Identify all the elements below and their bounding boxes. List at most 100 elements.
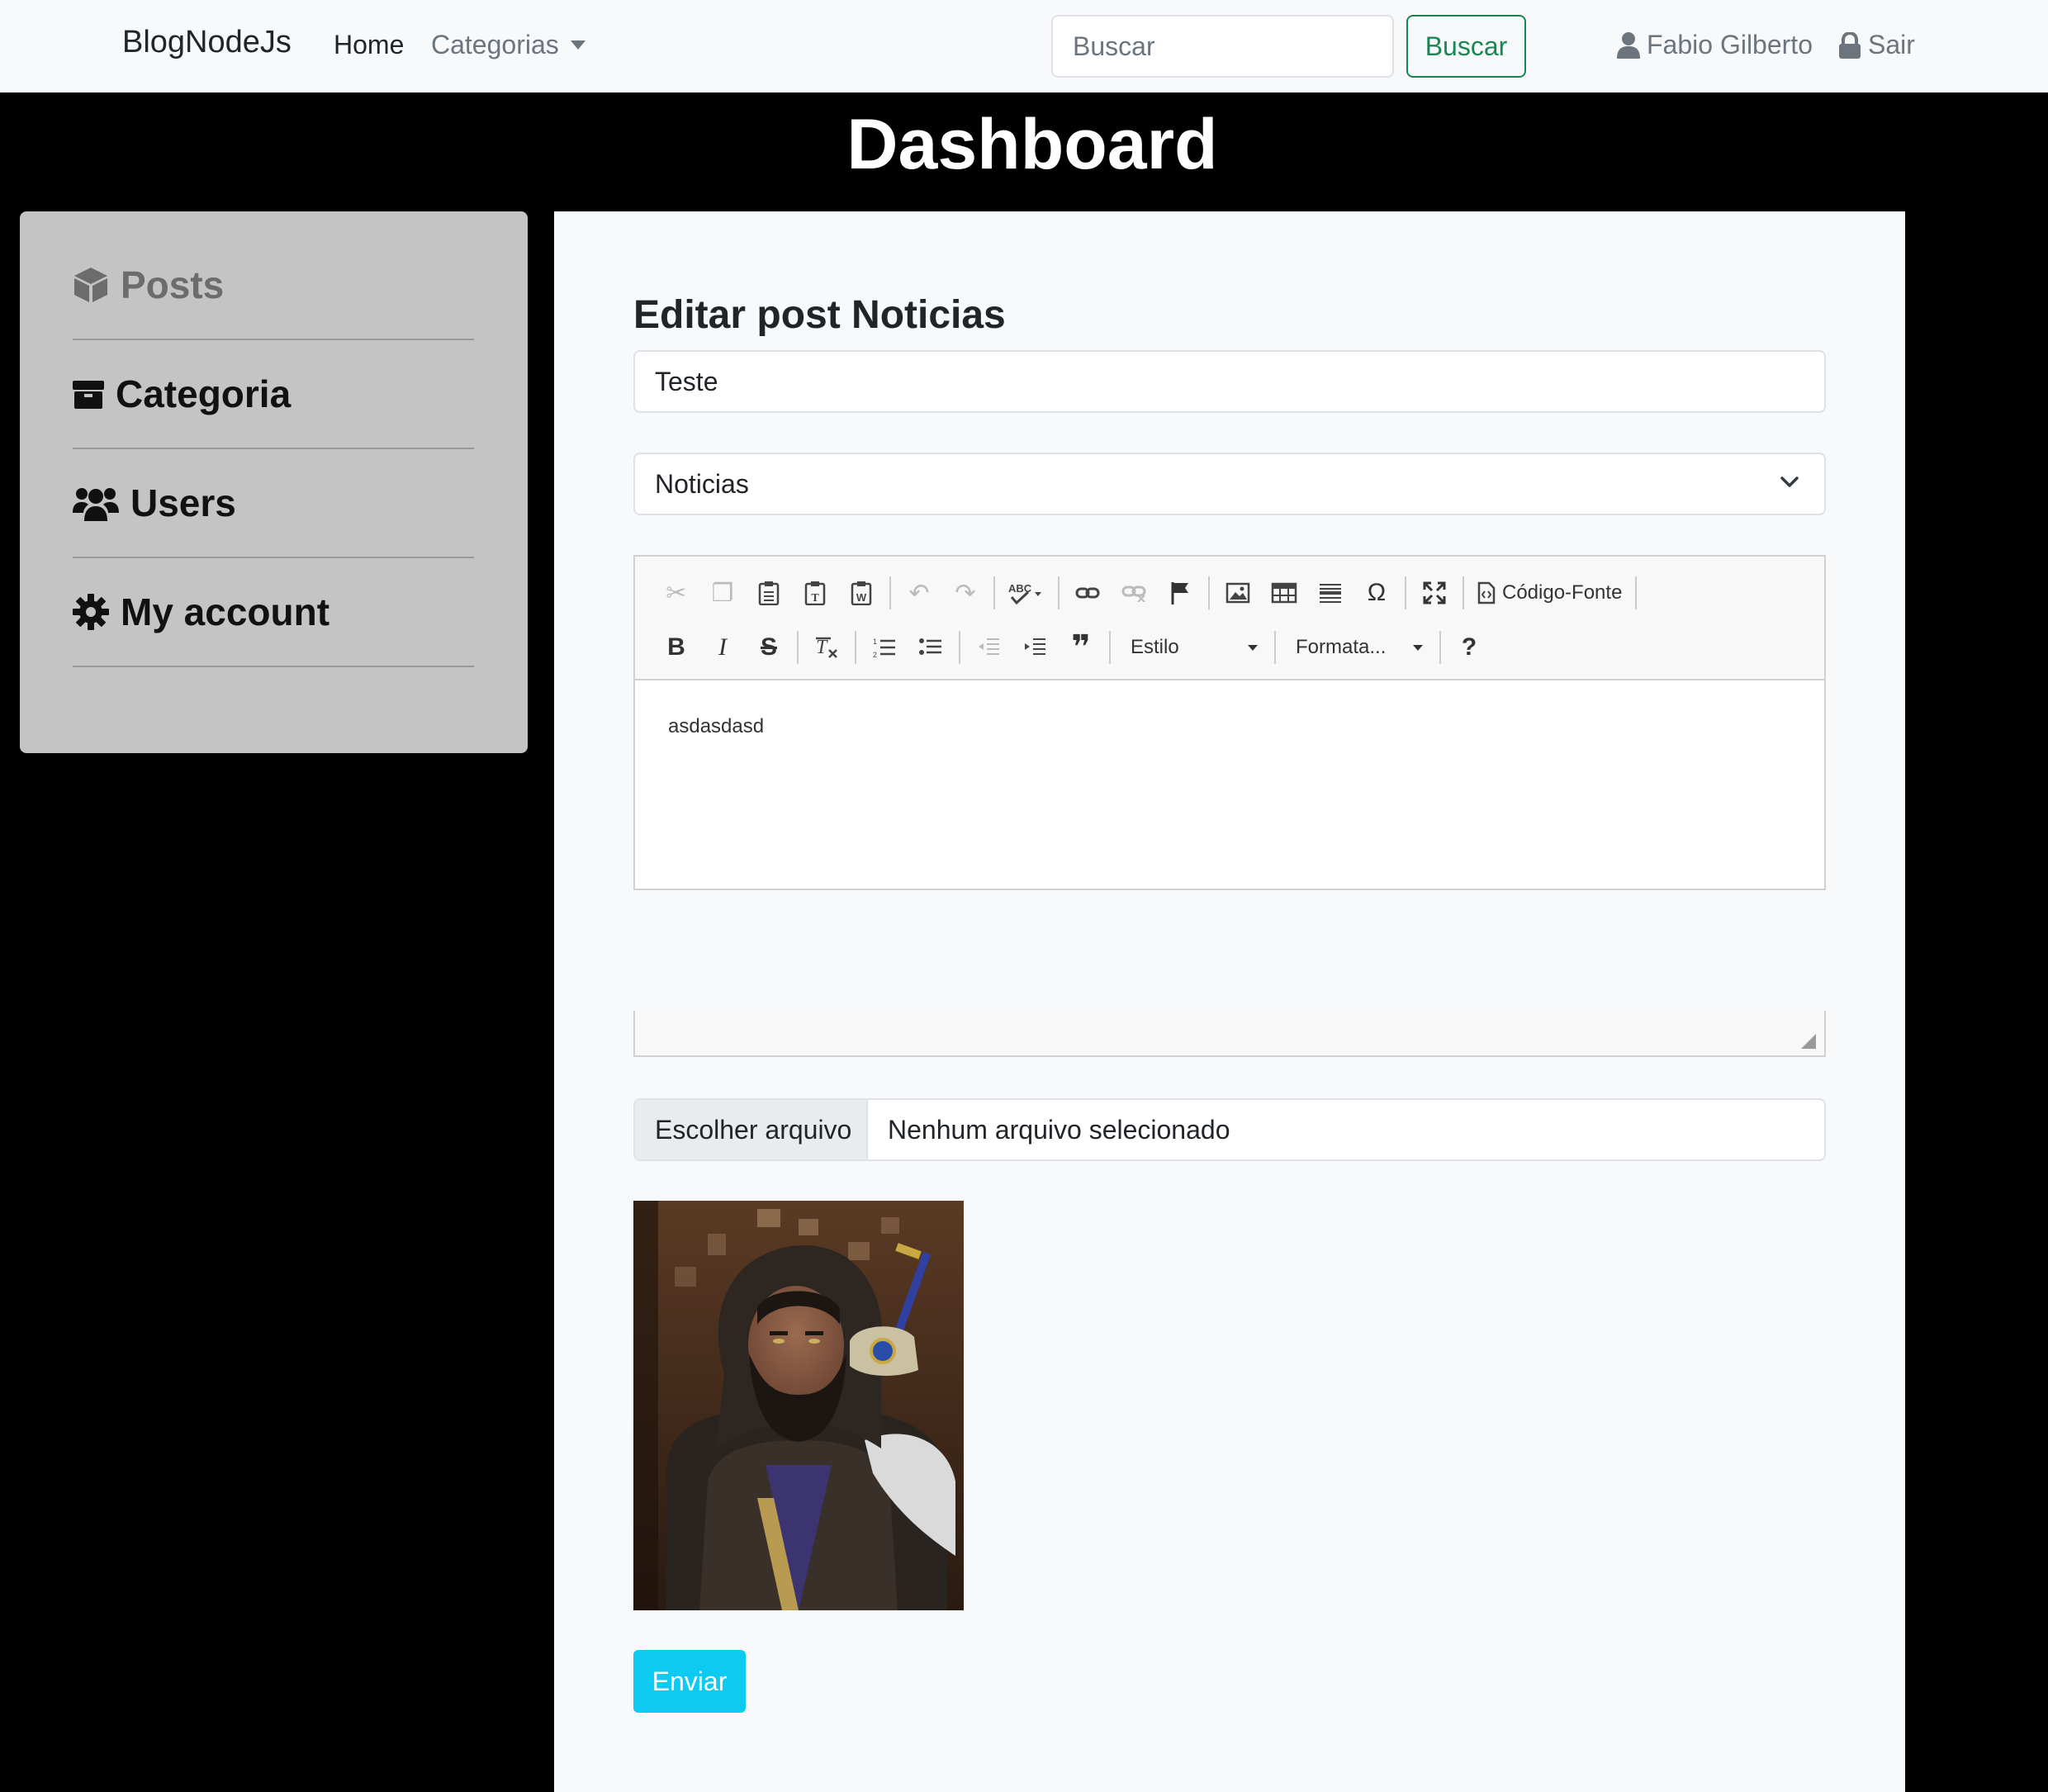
svg-text:1: 1: [873, 638, 877, 646]
bold-icon[interactable]: B: [653, 626, 699, 669]
link-icon[interactable]: [1064, 571, 1111, 614]
sidebar-item-label: Users: [130, 481, 236, 524]
caret-down-icon: [570, 40, 585, 50]
svg-text:T: T: [816, 637, 828, 658]
gear-icon: [73, 594, 109, 630]
indent-icon[interactable]: [1012, 626, 1058, 669]
sidebar-item-label: Posts: [121, 263, 225, 306]
special-char-omega-icon[interactable]: Ω: [1353, 571, 1400, 614]
svg-text:W: W: [856, 591, 867, 604]
toolbar-separator: [889, 576, 891, 609]
users-icon: [73, 488, 119, 521]
sidebar-item-users[interactable]: Users: [73, 449, 474, 558]
toolbar-separator: [1439, 631, 1441, 664]
blockquote-icon[interactable]: ❞: [1058, 626, 1104, 669]
editor-toolbar-row: B I S T 12 ❞ Estilo Formata... ?: [653, 626, 1492, 669]
toolbar-separator: [855, 631, 856, 664]
sidebar-item-label: Categoria: [116, 372, 292, 415]
cut-icon[interactable]: ✂: [653, 571, 699, 614]
rich-text-editor: ✂ ❐ T W ↶ ↷ ABC Ω Código-Fonte B I S T 1…: [633, 555, 1826, 890]
toolbar-separator: [993, 576, 995, 609]
sidebar-item-categoria[interactable]: Categoria: [73, 340, 474, 449]
category-select[interactable]: Noticias: [633, 453, 1826, 515]
editor-content-text: asdasdasd: [668, 715, 765, 737]
cube-icon: [74, 268, 107, 302]
toolbar-separator: [1208, 576, 1210, 609]
post-title-input[interactable]: [633, 350, 1826, 413]
nav-logout-label: Sair: [1868, 30, 1915, 59]
toolbar-separator: [1635, 576, 1638, 609]
style-combo-label: Estilo: [1131, 636, 1179, 658]
source-icon: [1477, 581, 1496, 604]
numbered-list-icon[interactable]: 12: [861, 626, 908, 669]
copy-icon[interactable]: ❐: [699, 571, 746, 614]
editor-content-area[interactable]: asdasdasd: [635, 680, 1824, 1012]
spellcheck-icon[interactable]: ABC: [1000, 571, 1053, 614]
toolbar-separator: [1405, 576, 1406, 609]
help-icon[interactable]: ?: [1446, 626, 1492, 669]
toolbar-separator: [1058, 576, 1060, 609]
paste-icon[interactable]: [746, 571, 792, 614]
nav-categories-label: Categorias: [431, 30, 559, 59]
outdent-icon[interactable]: [965, 626, 1012, 669]
chevron-down-icon: [1780, 476, 1799, 487]
sidebar-item-label: My account: [121, 590, 330, 633]
resize-grip-icon[interactable]: [1801, 1034, 1816, 1049]
toolbar-separator: [1463, 576, 1464, 609]
form-title: Editar post Noticias: [633, 293, 1006, 337]
unlink-icon[interactable]: [1111, 571, 1157, 614]
post-image-preview: [633, 1201, 964, 1610]
nav-logout-link[interactable]: Sair: [1838, 30, 1915, 60]
style-combo[interactable]: Estilo: [1116, 626, 1269, 669]
redo-icon[interactable]: ↷: [942, 571, 988, 614]
page-title: Dashboard: [846, 105, 1218, 184]
maximize-icon[interactable]: [1411, 571, 1458, 614]
format-combo[interactable]: Formata...: [1281, 626, 1434, 669]
strikethrough-icon[interactable]: S: [746, 626, 792, 669]
anchor-flag-icon[interactable]: [1157, 571, 1203, 614]
nav-user-link[interactable]: Fabio Gilberto: [1617, 30, 1813, 60]
file-input[interactable]: Escolher arquivo Nenhum arquivo selecion…: [633, 1098, 1826, 1161]
toolbar-separator: [1109, 631, 1111, 664]
source-code-button[interactable]: Código-Fonte: [1469, 571, 1630, 614]
caret-down-icon: [1413, 644, 1423, 651]
choose-file-button[interactable]: Escolher arquivo: [635, 1100, 868, 1159]
toolbar-separator: [1274, 631, 1276, 664]
svg-text:2: 2: [873, 651, 877, 658]
italic-icon[interactable]: I: [699, 626, 746, 669]
submit-button[interactable]: Enviar: [633, 1650, 746, 1713]
horizontal-line-icon[interactable]: [1307, 571, 1353, 614]
paste-text-icon[interactable]: T: [792, 571, 838, 614]
remove-format-icon[interactable]: T: [804, 626, 850, 669]
toolbar-separator: [959, 631, 960, 664]
editor-toolbar-row: ✂ ❐ T W ↶ ↷ ABC Ω Código-Fonte: [653, 571, 1642, 614]
main-content: Editar post Noticias Noticias ✂ ❐ T W ↶ …: [554, 211, 1905, 1792]
nav-categories-dropdown[interactable]: Categorias: [431, 30, 585, 60]
navbar: BlogNodeJs Home Categorias Buscar Fabio …: [0, 0, 2048, 92]
file-status-text: Nenhum arquivo selecionado: [888, 1114, 1230, 1145]
table-icon[interactable]: [1261, 571, 1307, 614]
sidebar-item-posts[interactable]: Posts: [73, 231, 474, 340]
nav-home-link[interactable]: Home: [334, 30, 404, 60]
nav-user-name: Fabio Gilberto: [1647, 30, 1813, 59]
undo-icon[interactable]: ↶: [896, 571, 942, 614]
svg-text:T: T: [811, 592, 819, 604]
editor-status-bar: [633, 1011, 1826, 1057]
editor-toolbar: ✂ ❐ T W ↶ ↷ ABC Ω Código-Fonte B I S T 1…: [635, 557, 1824, 680]
image-icon[interactable]: [1215, 571, 1261, 614]
paste-word-icon[interactable]: W: [838, 571, 884, 614]
box-icon: [73, 381, 104, 409]
category-select-value: Noticias: [655, 468, 749, 499]
format-combo-label: Formata...: [1296, 636, 1387, 658]
toolbar-separator: [797, 631, 799, 664]
caret-down-icon: [1248, 644, 1258, 651]
sidebar: Posts Categoria Users My account: [20, 211, 528, 753]
user-icon: [1617, 31, 1640, 59]
sidebar-item-my-account[interactable]: My account: [73, 558, 474, 667]
bullet-list-icon[interactable]: [908, 626, 954, 669]
lock-icon: [1839, 31, 1861, 59]
source-code-label: Código-Fonte: [1502, 581, 1623, 604]
search-button[interactable]: Buscar: [1406, 15, 1526, 78]
brand-link[interactable]: BlogNodeJs: [122, 25, 292, 60]
search-input[interactable]: [1051, 15, 1394, 78]
